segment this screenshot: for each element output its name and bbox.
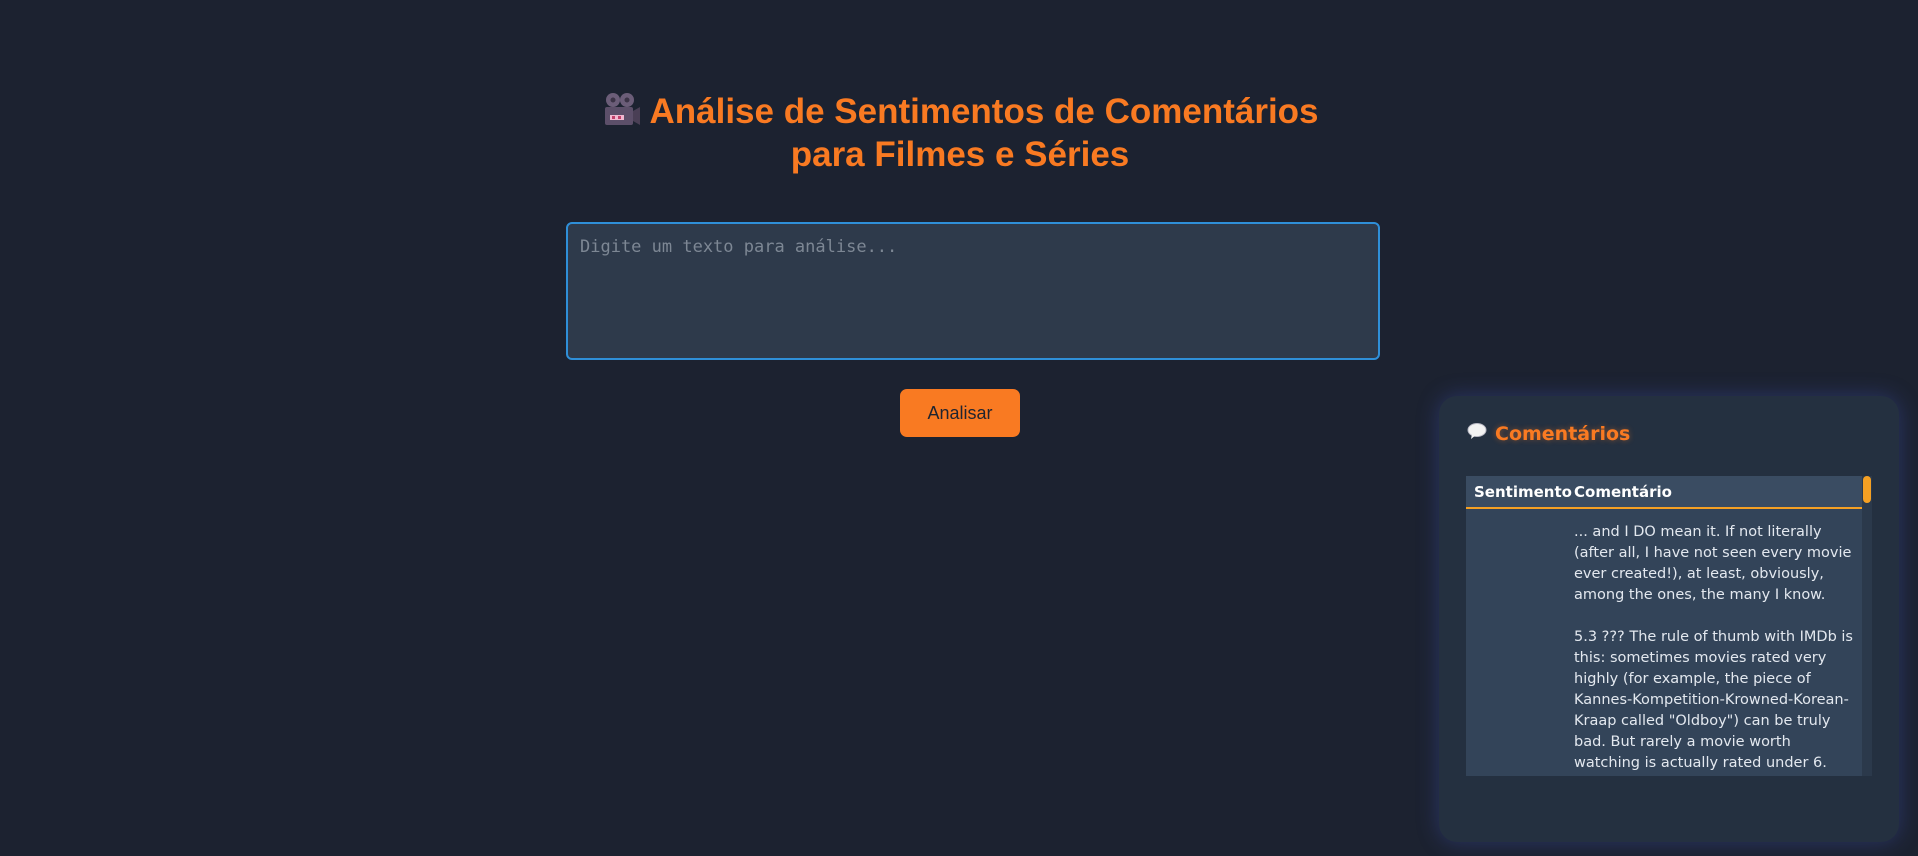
analyze-button[interactable]: Analisar [900,389,1020,437]
comment-cell: ... and I DO mean it. If not literally (… [1574,524,1853,771]
column-header-sentiment: Sentimento [1474,482,1572,501]
movie-camera-icon [601,92,641,128]
comments-panel-title: Comentários [1467,422,1630,445]
comments-panel: Comentários Sentimento Comentário ... an… [1439,396,1899,842]
table-scrollbar[interactable] [1862,476,1872,776]
analysis-text-input[interactable] [566,222,1380,360]
title-line-1: Análise de Sentimentos de Comentários [649,92,1319,131]
comments-table[interactable]: Sentimento Comentário ... and I DO mean … [1466,476,1872,776]
page-title: Análise de Sentimentos de Comentários pa… [480,90,1440,176]
comments-title-text: Comentários [1495,422,1631,445]
speech-bubble-icon [1467,422,1487,445]
sentiment-cell [1466,511,1574,776]
page: Análise de Sentimentos de Comentários pa… [0,0,1918,856]
column-header-comment: Comentário [1574,482,1672,501]
scrollbar-thumb[interactable] [1863,476,1871,503]
table-header: Sentimento Comentário [1466,476,1862,509]
table-row: ... and I DO mean it. If not literally (… [1466,511,1862,776]
title-line-2: para Filmes e Séries [790,135,1130,174]
